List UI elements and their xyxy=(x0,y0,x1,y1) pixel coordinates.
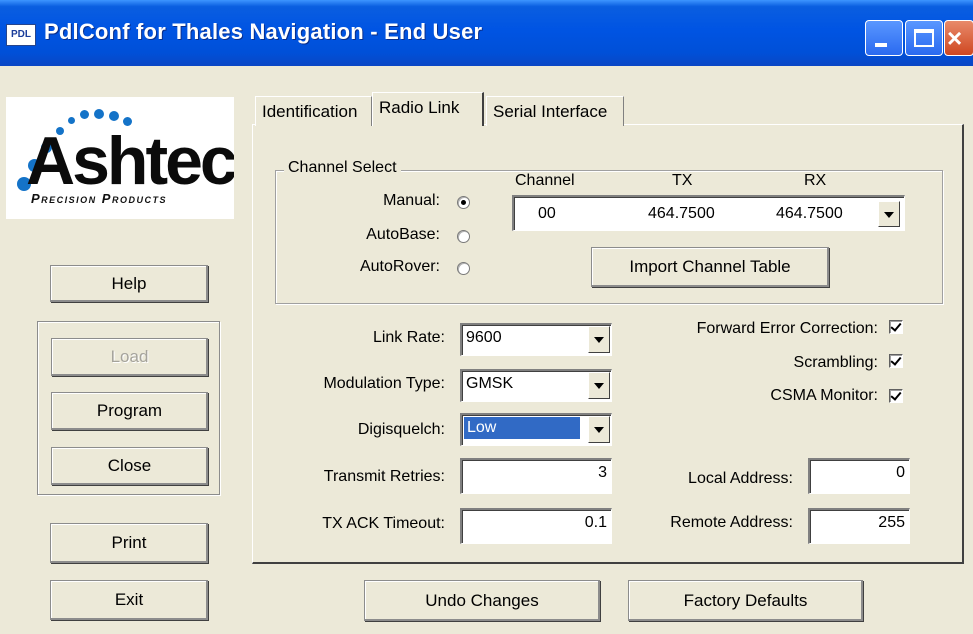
scrambling-label: Scrambling: xyxy=(793,354,878,371)
remote-address-value: 255 xyxy=(878,514,905,531)
digisquelch-value: Low xyxy=(464,417,580,439)
tx-column-header: TX xyxy=(672,172,693,189)
minimize-button[interactable] xyxy=(865,20,903,56)
csma-monitor-label: CSMA Monitor: xyxy=(770,387,878,404)
factory-defaults-button[interactable]: Factory Defaults xyxy=(628,580,863,621)
scrambling-checkbox[interactable] xyxy=(889,354,903,368)
modulation-type-value: GMSK xyxy=(466,375,514,392)
modulation-type-label: Modulation Type: xyxy=(323,375,445,392)
remote-address-input[interactable]: 255 xyxy=(808,508,910,544)
program-button[interactable]: Program xyxy=(51,392,208,430)
tx-ack-timeout-label: TX ACK Timeout: xyxy=(322,515,445,532)
autobase-label: AutoBase: xyxy=(366,226,440,243)
local-address-label: Local Address: xyxy=(688,470,793,487)
remote-address-label: Remote Address: xyxy=(670,514,793,531)
chevron-down-icon[interactable] xyxy=(878,201,900,227)
manual-label: Manual: xyxy=(383,192,440,209)
window-title: PdlConf for Thales Navigation - End User xyxy=(44,19,483,44)
help-button[interactable]: Help xyxy=(50,265,208,302)
channel-value: 00 xyxy=(538,205,556,222)
chevron-down-icon[interactable] xyxy=(588,326,610,353)
undo-changes-button[interactable]: Undo Changes xyxy=(364,580,600,621)
chevron-down-icon[interactable] xyxy=(588,372,610,399)
close-window-button[interactable]: × xyxy=(944,20,973,56)
digisquelch-select[interactable]: Low xyxy=(460,413,612,446)
maximize-button[interactable] xyxy=(905,20,943,56)
channel-select-legend: Channel Select xyxy=(284,159,401,177)
load-button[interactable]: Load xyxy=(51,338,208,376)
autorover-radio[interactable] xyxy=(457,262,470,275)
link-rate-select[interactable]: 9600 xyxy=(460,323,612,356)
csma-monitor-checkbox[interactable] xyxy=(889,389,903,403)
manual-radio[interactable] xyxy=(457,196,470,209)
exit-button[interactable]: Exit xyxy=(50,580,208,620)
local-address-input[interactable]: 0 xyxy=(808,458,910,494)
tx-ack-timeout-value: 0.1 xyxy=(584,514,607,531)
chevron-down-icon[interactable] xyxy=(588,416,610,443)
logo-tagline: Precision Products xyxy=(31,191,167,206)
transmit-retries-label: Transmit Retries: xyxy=(323,468,445,485)
channel-combo[interactable]: 00 464.7500 464.7500 xyxy=(512,195,905,231)
tx-ack-timeout-input[interactable]: 0.1 xyxy=(460,508,612,544)
close-icon: × xyxy=(947,23,963,53)
print-button[interactable]: Print xyxy=(50,523,208,563)
tab-identification[interactable]: Identification xyxy=(255,96,372,126)
tx-frequency-value: 464.7500 xyxy=(648,205,715,222)
local-address-value: 0 xyxy=(896,464,905,481)
transmit-retries-value: 3 xyxy=(598,464,607,481)
logo-wordmark: Ashtech xyxy=(26,123,234,199)
ashtech-logo: Ashtech Precision Products xyxy=(6,97,234,219)
close-button[interactable]: Close xyxy=(51,447,208,485)
autobase-radio[interactable] xyxy=(457,230,470,243)
maximize-icon xyxy=(914,29,934,47)
autorover-label: AutoRover: xyxy=(359,258,440,275)
tab-serial-interface[interactable]: Serial Interface xyxy=(486,96,624,126)
rx-frequency-value: 464.7500 xyxy=(776,205,843,222)
minimize-icon xyxy=(875,43,887,47)
app-icon[interactable]: PDL xyxy=(6,24,36,46)
link-rate-value: 9600 xyxy=(466,329,502,346)
rx-column-header: RX xyxy=(804,172,827,189)
modulation-type-select[interactable]: GMSK xyxy=(460,369,612,402)
digisquelch-label: Digisquelch: xyxy=(357,421,445,438)
title-bar[interactable]: PDL PdlConf for Thales Navigation - End … xyxy=(0,0,973,66)
link-rate-label: Link Rate: xyxy=(372,329,445,346)
fec-label: Forward Error Correction: xyxy=(696,320,878,337)
transmit-retries-input[interactable]: 3 xyxy=(460,458,612,494)
import-channel-table-button[interactable]: Import Channel Table xyxy=(591,247,829,287)
channel-column-header: Channel xyxy=(515,172,575,189)
tab-radio-link[interactable]: Radio Link xyxy=(372,92,484,126)
fec-checkbox[interactable] xyxy=(889,320,903,334)
